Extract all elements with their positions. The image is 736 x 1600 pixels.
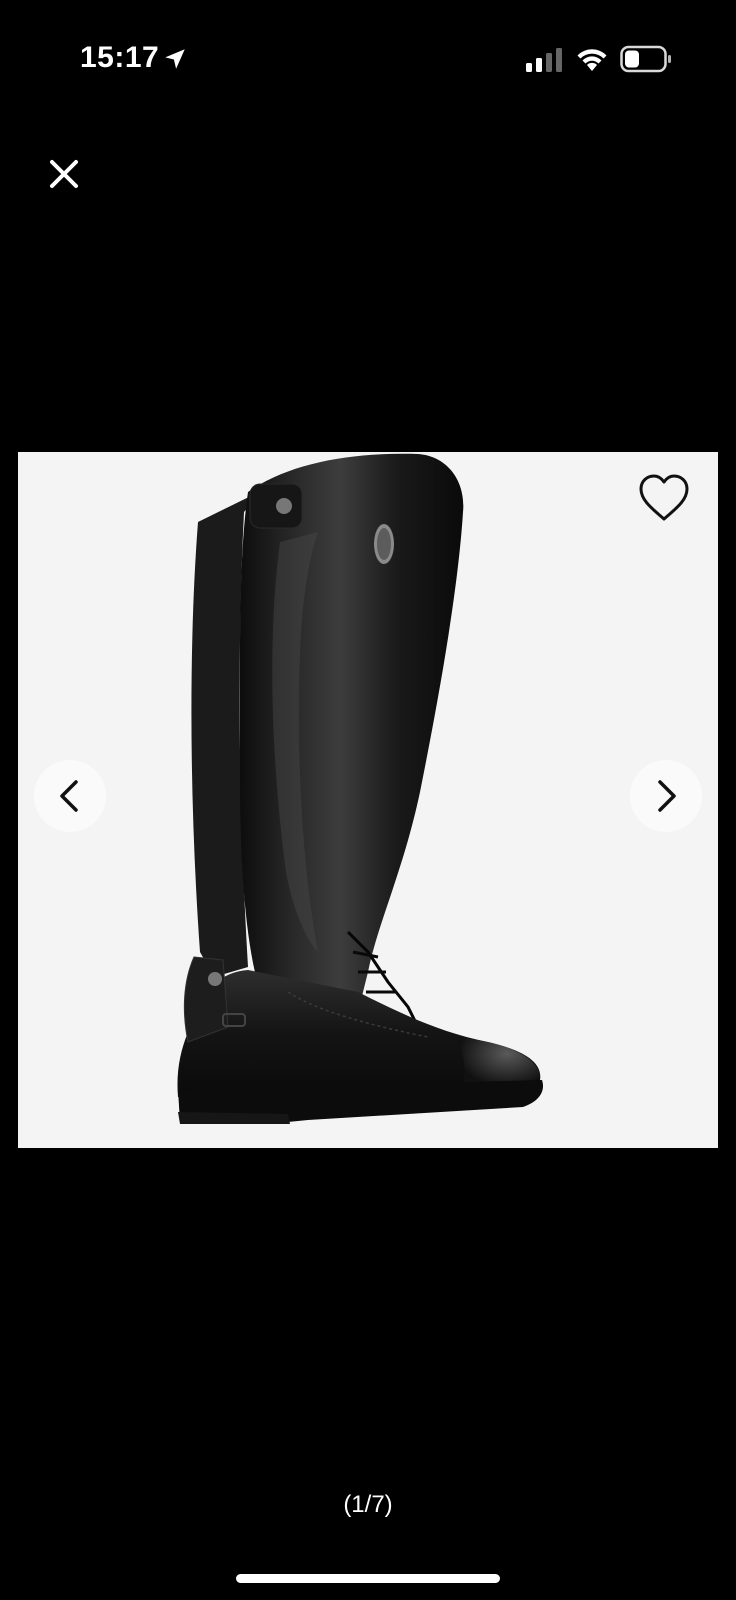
status-time: 15:17: [80, 41, 160, 74]
close-button[interactable]: [42, 152, 86, 196]
wifi-icon: [577, 49, 607, 71]
location-arrow-icon: [165, 49, 185, 69]
image-viewer-screen: 15:17 (1/7): [0, 0, 736, 1600]
chevron-right-icon: [658, 780, 676, 812]
product-image-viewer[interactable]: [18, 452, 718, 1148]
status-bar: 15:17: [0, 0, 736, 120]
next-image-button[interactable]: [630, 760, 702, 832]
heart-outline-icon: [639, 474, 689, 521]
chevron-left-icon: [60, 780, 78, 812]
home-indicator[interactable]: [236, 1574, 500, 1583]
product-image: [177, 453, 544, 1124]
previous-image-button[interactable]: [34, 760, 106, 832]
cellular-signal-icon: [526, 48, 562, 72]
favorite-button[interactable]: [636, 472, 692, 524]
battery-icon: [620, 45, 671, 73]
image-counter: (1/7): [343, 1491, 393, 1518]
close-icon: [50, 160, 78, 188]
